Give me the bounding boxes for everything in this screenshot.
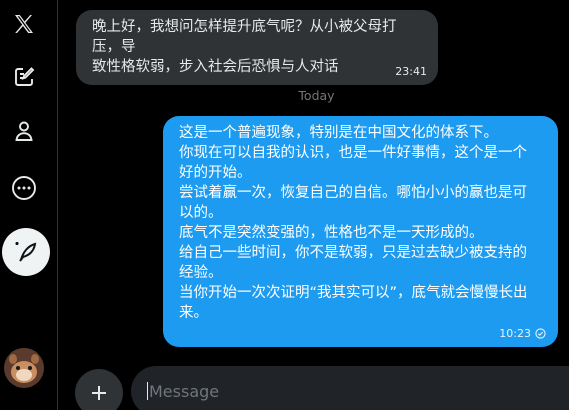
x-logo-icon[interactable] (6, 6, 42, 42)
more-icon-glyph (12, 176, 36, 200)
text-caret (147, 382, 148, 400)
compose-post-icon[interactable] (6, 59, 42, 95)
more-icon[interactable] (6, 170, 42, 206)
message-input[interactable] (131, 366, 569, 410)
profile-icon[interactable] (6, 113, 42, 149)
outgoing-message-text: 这是一个普遍现象，特别是在中国文化的体系下。 你现在可以自我的认识，也是一件好事… (179, 125, 528, 321)
grok-compose-button[interactable] (2, 228, 50, 276)
incoming-message-bubble[interactable]: 晚上好，我想问怎样提升底气呢？从小被父母打压，导 致性格软弱，步入社会后恐惧与人… (76, 10, 438, 85)
compose-post-icon-glyph (15, 67, 35, 86)
incoming-message-text: 晚上好，我想问怎样提升底气呢？从小被父母打压，导 致性格软弱，步入社会后恐惧与人… (92, 19, 397, 75)
plus-icon (92, 386, 106, 400)
outgoing-message-meta: 10:23 (499, 327, 546, 340)
outgoing-message-bubble[interactable]: 这是一个普遍现象，特别是在中国文化的体系下。 你现在可以自我的认识，也是一件好事… (163, 116, 558, 347)
x-logo-icon-glyph (15, 15, 33, 33)
message-composer (59, 364, 569, 410)
avatar[interactable] (4, 348, 44, 388)
sidebar (0, 0, 58, 410)
grok-compose-icon (15, 242, 37, 262)
conversation-pane: 晚上好，我想问怎样提升底气呢？从小被父母打压，导 致性格软弱，步入社会后恐惧与人… (59, 0, 569, 410)
day-divider: Today (298, 88, 335, 103)
add-attachment-button[interactable] (75, 369, 123, 410)
outgoing-message-time: 10:23 (499, 327, 531, 340)
incoming-message-time: 23:41 (395, 65, 427, 78)
dm-app: 晚上好，我想问怎样提升底气呢？从小被父母打压，导 致性格软弱，步入社会后恐惧与人… (0, 0, 569, 410)
delivered-check-icon (535, 328, 546, 339)
profile-icon-glyph (15, 121, 33, 141)
avatar-image (4, 348, 44, 388)
